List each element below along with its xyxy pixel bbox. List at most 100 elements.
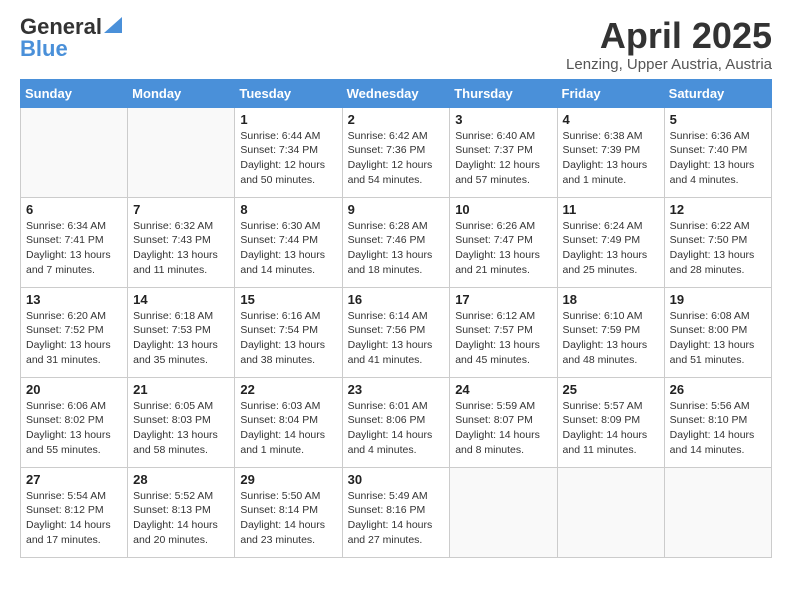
calendar-cell: 8 Sunrise: 6:30 AMSunset: 7:44 PMDaylight… [235, 197, 342, 287]
calendar-cell: 18 Sunrise: 6:10 AMSunset: 7:59 PMDayligh… [557, 287, 664, 377]
calendar-cell [128, 107, 235, 197]
cell-detail: Sunrise: 6:40 AMSunset: 7:37 PMDaylight:… [455, 129, 551, 188]
weekday-header-thursday: Thursday [450, 79, 557, 107]
calendar-table: SundayMondayTuesdayWednesdayThursdayFrid… [20, 79, 772, 558]
calendar-cell: 22 Sunrise: 6:03 AMSunset: 8:04 PMDayligh… [235, 377, 342, 467]
calendar-cell: 14Sunrise: 6:18 AMSunset: 7:53 PMDayligh… [128, 287, 235, 377]
calendar-cell: 4Sunrise: 6:38 AMSunset: 7:39 PMDaylight… [557, 107, 664, 197]
cell-detail: Sunrise: 6:44 AMSunset: 7:34 PMDaylight:… [240, 129, 336, 188]
day-number: 11 [563, 202, 659, 217]
calendar-cell: 15Sunrise: 6:16 AMSunset: 7:54 PMDayligh… [235, 287, 342, 377]
day-number: 26 [670, 382, 766, 397]
cell-detail: Sunrise: 5:49 AMSunset: 8:16 PMDaylight:… [348, 489, 445, 548]
cell-detail: Sunrise: 6:22 AMSunset: 7:50 PMDaylight:… [670, 219, 766, 278]
location-text: Lenzing, Upper Austria, Austria [566, 56, 772, 73]
cell-detail: Sunrise: 5:50 AMSunset: 8:14 PMDaylight:… [240, 489, 336, 548]
cell-detail: Sunrise: 6:12 AMSunset: 7:57 PMDaylight:… [455, 309, 551, 368]
calendar-cell: 16 Sunrise: 6:14 AMSunset: 7:56 PMDayligh… [342, 287, 450, 377]
day-number: 5 [670, 112, 766, 127]
day-number: 23 [348, 382, 445, 397]
weekday-header-saturday: Saturday [664, 79, 771, 107]
cell-detail: Sunrise: 6:32 AMSunset: 7:43 PMDaylight:… [133, 219, 229, 278]
cell-detail: Sunrise: 6:03 AMSunset: 8:04 PMDaylight:… [240, 399, 336, 458]
weekday-header-wednesday: Wednesday [342, 79, 450, 107]
logo: General Blue [20, 16, 122, 60]
cell-detail: Sunrise: 5:59 AMSunset: 8:07 PMDaylight:… [455, 399, 551, 458]
cell-detail: Sunrise: 6:30 AMSunset: 7:44 PMDaylight:… [240, 219, 336, 278]
cell-detail: Sunrise: 6:05 AMSunset: 8:03 PMDaylight:… [133, 399, 229, 458]
calendar-cell: 1 Sunrise: 6:44 AMSunset: 7:34 PMDaylight… [235, 107, 342, 197]
logo-icon [104, 17, 122, 33]
logo-blue-text: Blue [20, 38, 68, 60]
calendar-cell: 17 Sunrise: 6:12 AMSunset: 7:57 PMDayligh… [450, 287, 557, 377]
calendar-cell: 5 Sunrise: 6:36 AMSunset: 7:40 PMDaylight… [664, 107, 771, 197]
cell-detail: Sunrise: 6:14 AMSunset: 7:56 PMDaylight:… [348, 309, 445, 368]
day-number: 1 [240, 112, 336, 127]
day-number: 28 [133, 472, 229, 487]
calendar-cell: 12 Sunrise: 6:22 AMSunset: 7:50 PMDayligh… [664, 197, 771, 287]
day-number: 22 [240, 382, 336, 397]
day-number: 17 [455, 292, 551, 307]
calendar-cell: 21 Sunrise: 6:05 AMSunset: 8:03 PMDayligh… [128, 377, 235, 467]
calendar-cell: 27Sunrise: 5:54 AMSunset: 8:12 PMDayligh… [21, 467, 128, 557]
calendar-cell: 11Sunrise: 6:24 AMSunset: 7:49 PMDayligh… [557, 197, 664, 287]
day-number: 8 [240, 202, 336, 217]
cell-detail: Sunrise: 6:10 AMSunset: 7:59 PMDaylight:… [563, 309, 659, 368]
calendar-cell: 7Sunrise: 6:32 AMSunset: 7:43 PMDaylight… [128, 197, 235, 287]
cell-detail: Sunrise: 6:08 AMSunset: 8:00 PMDaylight:… [670, 309, 766, 368]
week-row-1: 1 Sunrise: 6:44 AMSunset: 7:34 PMDaylight… [21, 107, 772, 197]
title-block: April 2025 Lenzing, Upper Austria, Austr… [566, 16, 772, 73]
cell-detail: Sunrise: 5:52 AMSunset: 8:13 PMDaylight:… [133, 489, 229, 548]
cell-detail: Sunrise: 6:16 AMSunset: 7:54 PMDaylight:… [240, 309, 336, 368]
calendar-cell: 25Sunrise: 5:57 AMSunset: 8:09 PMDayligh… [557, 377, 664, 467]
day-number: 9 [348, 202, 445, 217]
day-number: 13 [26, 292, 122, 307]
calendar-cell [664, 467, 771, 557]
weekday-header-monday: Monday [128, 79, 235, 107]
cell-detail: Sunrise: 6:18 AMSunset: 7:53 PMDaylight:… [133, 309, 229, 368]
week-row-5: 27Sunrise: 5:54 AMSunset: 8:12 PMDayligh… [21, 467, 772, 557]
cell-detail: Sunrise: 6:01 AMSunset: 8:06 PMDaylight:… [348, 399, 445, 458]
day-number: 4 [563, 112, 659, 127]
calendar-cell: 24 Sunrise: 5:59 AMSunset: 8:07 PMDayligh… [450, 377, 557, 467]
calendar-cell: 20 Sunrise: 6:06 AMSunset: 8:02 PMDayligh… [21, 377, 128, 467]
calendar-cell: 2Sunrise: 6:42 AMSunset: 7:36 PMDaylight… [342, 107, 450, 197]
cell-detail: Sunrise: 6:28 AMSunset: 7:46 PMDaylight:… [348, 219, 445, 278]
weekday-header-tuesday: Tuesday [235, 79, 342, 107]
calendar-cell: 9 Sunrise: 6:28 AMSunset: 7:46 PMDaylight… [342, 197, 450, 287]
month-title: April 2025 [566, 16, 772, 56]
week-row-4: 20 Sunrise: 6:06 AMSunset: 8:02 PMDayligh… [21, 377, 772, 467]
day-number: 19 [670, 292, 766, 307]
logo-general-text: General [20, 16, 102, 38]
cell-detail: Sunrise: 6:06 AMSunset: 8:02 PMDaylight:… [26, 399, 122, 458]
calendar-cell: 26 Sunrise: 5:56 AMSunset: 8:10 PMDayligh… [664, 377, 771, 467]
day-number: 21 [133, 382, 229, 397]
weekday-header-sunday: Sunday [21, 79, 128, 107]
day-number: 27 [26, 472, 122, 487]
day-number: 12 [670, 202, 766, 217]
day-number: 18 [563, 292, 659, 307]
day-number: 6 [26, 202, 122, 217]
cell-detail: Sunrise: 6:36 AMSunset: 7:40 PMDaylight:… [670, 129, 766, 188]
calendar-cell: 13Sunrise: 6:20 AMSunset: 7:52 PMDayligh… [21, 287, 128, 377]
calendar-cell [450, 467, 557, 557]
calendar-cell: 29Sunrise: 5:50 AMSunset: 8:14 PMDayligh… [235, 467, 342, 557]
day-number: 16 [348, 292, 445, 307]
day-number: 10 [455, 202, 551, 217]
day-number: 20 [26, 382, 122, 397]
cell-detail: Sunrise: 6:34 AMSunset: 7:41 PMDaylight:… [26, 219, 122, 278]
cell-detail: Sunrise: 5:56 AMSunset: 8:10 PMDaylight:… [670, 399, 766, 458]
day-number: 25 [563, 382, 659, 397]
cell-detail: Sunrise: 6:42 AMSunset: 7:36 PMDaylight:… [348, 129, 445, 188]
calendar-cell: 23 Sunrise: 6:01 AMSunset: 8:06 PMDayligh… [342, 377, 450, 467]
week-row-2: 6 Sunrise: 6:34 AMSunset: 7:41 PMDaylight… [21, 197, 772, 287]
calendar-cell: 19 Sunrise: 6:08 AMSunset: 8:00 PMDayligh… [664, 287, 771, 377]
weekday-header-friday: Friday [557, 79, 664, 107]
calendar-cell: 30 Sunrise: 5:49 AMSunset: 8:16 PMDayligh… [342, 467, 450, 557]
day-number: 3 [455, 112, 551, 127]
day-number: 30 [348, 472, 445, 487]
day-number: 24 [455, 382, 551, 397]
calendar-cell [21, 107, 128, 197]
calendar-cell: 6 Sunrise: 6:34 AMSunset: 7:41 PMDaylight… [21, 197, 128, 287]
calendar-cell: 10Sunrise: 6:26 AMSunset: 7:47 PMDayligh… [450, 197, 557, 287]
